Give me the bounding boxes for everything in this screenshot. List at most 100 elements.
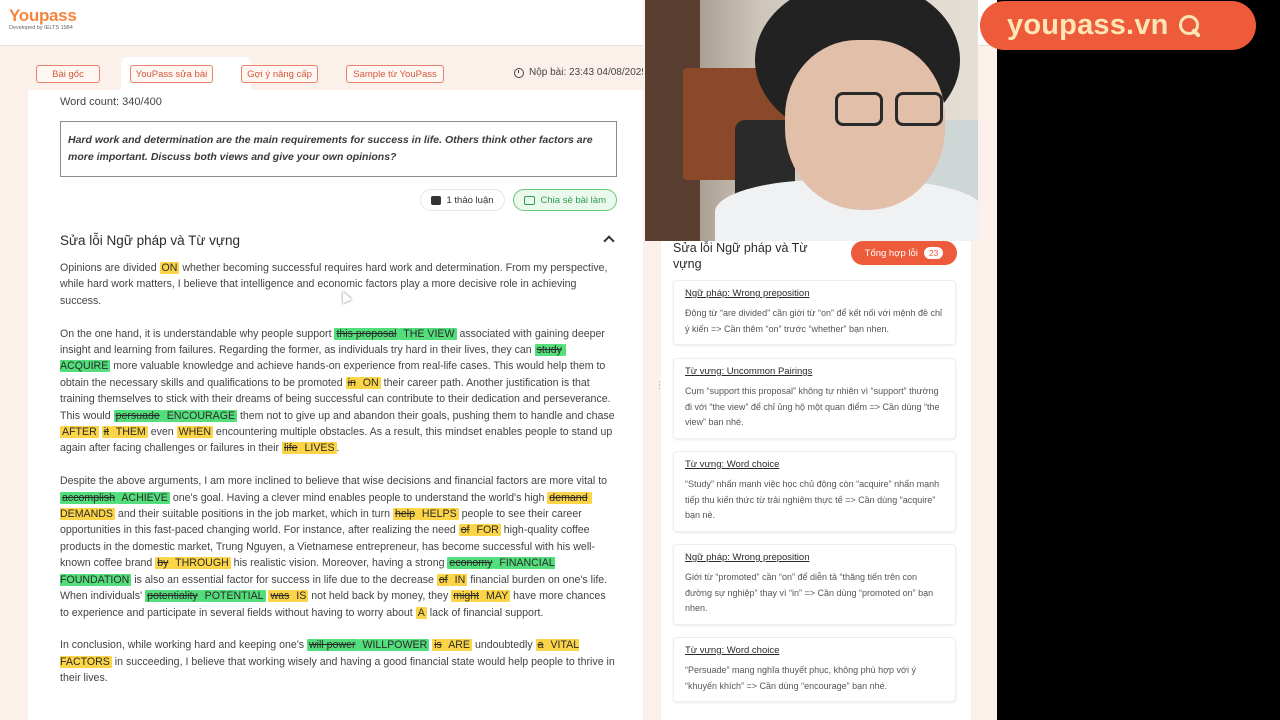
error-original-text[interactable]: of: [458, 524, 472, 537]
essay-text: is also an essential factor for success …: [131, 573, 437, 586]
correction-text[interactable]: WHEN: [176, 426, 213, 439]
tab-original[interactable]: Bài gốc: [36, 65, 100, 83]
error-original-text[interactable]: study: [534, 344, 564, 357]
clock-icon: [514, 67, 524, 78]
search-icon: [1178, 14, 1201, 37]
submit-info: Nộp bài: 23:43 04/08/2025: [514, 67, 647, 78]
error-original-text[interactable]: accomplish: [60, 491, 117, 504]
error-card-title: Từ vựng: Word choice: [685, 645, 780, 656]
correction-text[interactable]: IS: [291, 590, 309, 603]
error-original-text[interactable]: in: [345, 376, 358, 389]
section-title: Sửa lỗi Ngữ pháp và Từ vựng: [60, 233, 240, 248]
essay-text: Opinions are divided: [60, 262, 160, 274]
essay-body: Opinions are divided ON whether becoming…: [60, 260, 617, 703]
essay-paragraph: Opinions are divided ON whether becoming…: [60, 260, 617, 309]
essay-paragraph: On the one hand, it is understandable wh…: [60, 326, 617, 457]
correction-text[interactable]: LIVES: [299, 442, 337, 455]
error-original-text[interactable]: this proposal: [334, 327, 399, 340]
logo-text: Youpass: [9, 6, 77, 25]
share-label: Chia sẻ bài làm: [540, 194, 606, 206]
error-original-text[interactable]: demand: [547, 491, 590, 504]
logo-subtitle: Developed by IELTS 1984: [9, 25, 73, 31]
discussion-label: 1 thảo luận: [446, 194, 494, 206]
essay-text: and their suitable positions in the job …: [114, 508, 393, 521]
essay-text: Despite the above arguments, I am more i…: [60, 475, 608, 488]
correction-text[interactable]: THE VIEW: [398, 327, 457, 340]
chat-icon: [430, 195, 441, 205]
error-summary-button[interactable]: Tổng hợp lỗi 23: [851, 241, 957, 265]
essay-text: On the one hand, it is understandable wh…: [60, 327, 335, 340]
error-original-text[interactable]: life: [282, 442, 300, 455]
error-original-text[interactable]: a: [535, 639, 546, 652]
correction-text[interactable]: POTENTIAL: [199, 590, 266, 603]
word-count: Word count: 340/400: [60, 96, 162, 108]
correction-text[interactable]: ACHIEVE: [117, 491, 170, 504]
brand-badge: youpass.vn: [980, 1, 1256, 50]
tab-upgrade-suggestions[interactable]: Gợi ý nâng cấp: [241, 65, 318, 83]
action-buttons: 1 thảo luận Chia sẻ bài làm: [419, 189, 617, 211]
correction-text[interactable]: WILLPOWER: [357, 639, 430, 652]
youpass-logo[interactable]: Youpass Developed by IELTS 1984: [9, 6, 77, 31]
error-original-text[interactable]: it: [101, 426, 111, 439]
error-card[interactable]: Từ vựng: Uncommon Pairings Cụm “support …: [673, 358, 956, 439]
error-original-text[interactable]: by: [155, 557, 171, 570]
correction-text[interactable]: ON: [159, 262, 180, 274]
error-original-text[interactable]: will power: [307, 639, 358, 652]
essay-text: them not to give up and abandon their go…: [237, 409, 615, 422]
error-original-text[interactable]: was: [268, 590, 292, 603]
essay-text: undoubtedly: [472, 639, 536, 652]
discussion-button[interactable]: 1 thảo luận: [419, 189, 505, 211]
correction-text[interactable]: THROUGH: [170, 557, 231, 570]
share-icon: [523, 195, 535, 205]
correction-text[interactable]: AFTER: [60, 426, 99, 439]
main-panel: Bài gốc YouPass sửa bài Gợi ý nâng cấp S…: [0, 46, 647, 720]
correction-text[interactable]: THEM: [110, 426, 148, 439]
error-card-title: Từ vựng: Uncommon Pairings: [685, 366, 813, 377]
error-original-text[interactable]: persuade: [113, 409, 162, 422]
brand-url: youpass.vn: [1007, 9, 1169, 41]
essay-text: his realistic vision. Moreover, having a…: [230, 557, 448, 570]
correction-text[interactable]: ON: [357, 376, 381, 389]
error-original-text[interactable]: might: [451, 590, 482, 603]
glasses-icon: [895, 92, 943, 126]
error-original-text[interactable]: of: [436, 573, 450, 586]
correction-text[interactable]: A: [415, 606, 427, 619]
error-card-title: Ngữ pháp: Wrong preposition: [685, 288, 810, 299]
error-card-body: “Study” nhấn mạnh việc học chủ động còn …: [685, 479, 940, 520]
essay-text: lack of financial support.: [426, 606, 544, 619]
correction-text[interactable]: HELPS: [416, 508, 459, 521]
essay-prompt: Hard work and determination are the main…: [60, 121, 617, 177]
correction-text[interactable]: MAY: [481, 590, 511, 603]
webcam-overlay: [645, 0, 978, 241]
correction-text[interactable]: ENCOURAGE: [161, 409, 238, 422]
share-button[interactable]: Chia sẻ bài làm: [512, 189, 617, 211]
summary-label: Tổng hợp lỗi: [864, 247, 918, 259]
error-count-badge: 23: [923, 247, 944, 259]
error-card[interactable]: Từ vựng: Word choice “Persuade” mang ngh…: [673, 637, 956, 702]
error-original-text[interactable]: is: [432, 639, 444, 652]
correction-text[interactable]: FOR: [471, 524, 501, 537]
essay-text: not held back by money, they: [308, 590, 452, 603]
error-card-body: Cụm “support this proposal” không tự nhi…: [685, 386, 940, 427]
error-original-text[interactable]: help: [392, 508, 417, 521]
error-card-title: Ngữ pháp: Wrong preposition: [685, 552, 810, 563]
essay-text: one's goal. Having a clever mind enables…: [169, 491, 548, 504]
error-original-text[interactable]: economy: [447, 557, 495, 570]
error-card-body: Giới từ “promoted” cần “on” để diễn tả “…: [685, 572, 934, 613]
error-card[interactable]: Từ vựng: Word choice “Study” nhấn mạnh v…: [673, 451, 956, 532]
essay-paragraph: In conclusion, while working hard and ke…: [60, 637, 617, 686]
error-card-body: Động từ “are divided” cần giới từ “on” đ…: [685, 308, 942, 334]
chevron-up-icon[interactable]: [603, 235, 615, 247]
sidebar-scroll-track[interactable]: [971, 230, 997, 720]
tab-sample[interactable]: Sample từ YouPass: [346, 65, 444, 83]
error-original-text[interactable]: potentiality: [145, 590, 200, 603]
essay-text: even: [147, 426, 177, 439]
essay-text: in succeeding, I believe that working wi…: [60, 655, 615, 685]
error-card[interactable]: Ngữ pháp: Wrong preposition Giới từ “pro…: [673, 544, 956, 625]
tab-youpass-correction[interactable]: YouPass sửa bài: [130, 65, 213, 83]
correction-text[interactable]: ARE: [443, 639, 472, 652]
error-card-body: “Persuade” mang nghĩa thuyết phục, không…: [685, 665, 916, 691]
essay-text: .: [336, 442, 340, 455]
error-card[interactable]: Ngữ pháp: Wrong preposition Động từ “are…: [673, 280, 956, 345]
correction-text[interactable]: IN: [449, 573, 468, 586]
